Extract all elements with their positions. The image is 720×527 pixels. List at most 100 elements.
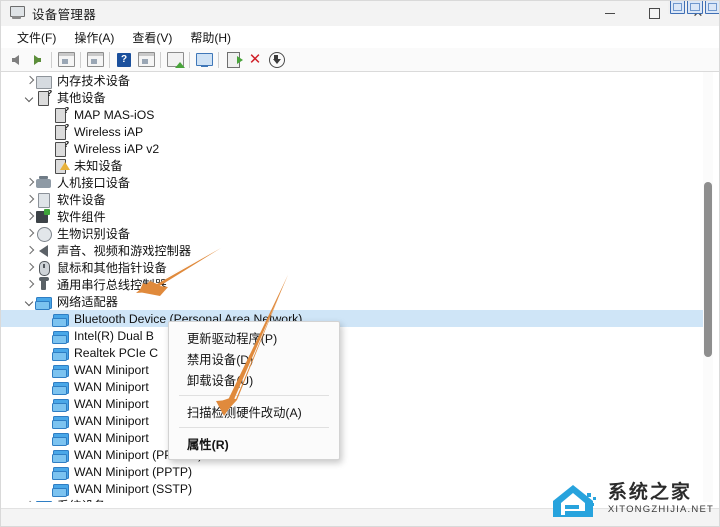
network-adapter-icon xyxy=(52,448,69,463)
tree-item-label: 声音、视频和游戏控制器 xyxy=(57,243,192,258)
tree-item-label: 网络适配器 xyxy=(57,294,118,309)
network-adapter-icon xyxy=(52,329,69,344)
context-menu-separator xyxy=(179,395,329,396)
tree-item-software-devices[interactable]: 软件设备 xyxy=(0,191,704,208)
tree-item-label: 通用串行总线控制器 xyxy=(57,277,167,292)
tree-item-label: Wireless iAP xyxy=(74,124,144,139)
network-adapter-icon xyxy=(52,312,69,327)
chevron-right-icon[interactable] xyxy=(25,262,36,273)
tree-item-memory-technology-devices[interactable]: 内存技术设备 xyxy=(0,72,704,89)
scrollbar-thumb[interactable] xyxy=(704,182,712,357)
tree-item-wireless-iap-v2[interactable]: Wireless iAP v2 xyxy=(0,140,704,157)
view-window-icon xyxy=(137,52,155,67)
network-adapter-icon xyxy=(35,295,52,310)
console-tree-icon xyxy=(57,52,75,67)
tree-item-mice-and-pointing-devices[interactable]: 鼠标和其他指针设备 xyxy=(0,259,704,276)
back-button[interactable] xyxy=(4,50,26,70)
tree-item-wan-miniport-1[interactable]: WAN Miniport xyxy=(0,361,704,378)
tree-item-network-adapters[interactable]: 网络适配器 xyxy=(0,293,704,310)
tree-item-bluetooth-device-pan[interactable]: Bluetooth Device (Personal Area Network) xyxy=(0,310,704,327)
install-legacy-hardware-button[interactable] xyxy=(266,50,288,70)
software-component-icon xyxy=(36,208,52,224)
usb-icon xyxy=(36,276,52,292)
network-adapter-icon xyxy=(52,482,69,497)
tree-item-label: 软件组件 xyxy=(57,209,106,224)
forward-button[interactable] xyxy=(26,50,48,70)
warning-device-icon xyxy=(53,158,70,174)
ctx-properties[interactable]: 属性(R) xyxy=(169,433,339,454)
tree-item-label: 其他设备 xyxy=(57,90,106,105)
properties-button[interactable] xyxy=(84,50,106,70)
unknown-device-icon xyxy=(36,89,52,106)
download-arrow-icon xyxy=(269,51,285,68)
tree-item-label: WAN Miniport (SSTP) xyxy=(74,481,193,496)
toolbar-separator xyxy=(160,51,161,68)
tree-item-other-devices[interactable]: 其他设备 xyxy=(0,89,704,106)
ctx-disable-device[interactable]: 禁用设备(D) xyxy=(169,348,339,369)
menu-view[interactable]: 查看(V) xyxy=(123,27,181,48)
chevron-right-icon[interactable] xyxy=(25,228,36,239)
tree-item-usb-controllers[interactable]: 通用串行总线控制器 xyxy=(0,276,704,293)
toolbar-separator xyxy=(218,51,219,68)
chevron-right-icon[interactable] xyxy=(25,211,36,222)
ctx-uninstall-device[interactable]: 卸载设备(U) xyxy=(169,369,339,390)
ctx-update-driver[interactable]: 更新驱动程序(P) xyxy=(169,327,339,348)
tree-item-unknown-device[interactable]: 未知设备 xyxy=(0,157,704,174)
device-manager-window: 设备管理器 ✕ 文件(F) 操作(A) 查看(V) 帮助(H) ? xyxy=(0,0,720,527)
biometric-icon xyxy=(36,226,52,242)
chevron-right-icon[interactable] xyxy=(25,500,36,502)
chevron-right-icon[interactable] xyxy=(25,177,36,188)
enable-device-button[interactable] xyxy=(222,50,244,70)
scan-hardware-changes-button[interactable] xyxy=(164,50,186,70)
help-button[interactable]: ? xyxy=(113,50,135,70)
tree-item-software-components[interactable]: 软件组件 xyxy=(0,208,704,225)
network-adapter-icon xyxy=(52,414,69,429)
view-button[interactable] xyxy=(135,50,157,70)
tree-item-map-mas-ios[interactable]: MAP MAS-iOS xyxy=(0,106,704,123)
uninstall-device-button[interactable]: ✕ xyxy=(244,50,266,70)
unknown-device-icon xyxy=(53,123,69,140)
chevron-right-icon[interactable] xyxy=(25,279,36,290)
copy-icon[interactable] xyxy=(687,0,703,14)
tree-item-wireless-iap[interactable]: Wireless iAP xyxy=(0,123,704,140)
context-menu-separator xyxy=(179,427,329,428)
tree-item-wan-miniport-5[interactable]: WAN Miniport xyxy=(0,429,704,446)
toolbar-separator xyxy=(51,51,52,68)
menu-help[interactable]: 帮助(H) xyxy=(181,27,240,48)
tree-item-wan-miniport-2[interactable]: WAN Miniport xyxy=(0,378,704,395)
xitongzhijia-logo-icon xyxy=(549,479,601,519)
chevron-right-icon[interactable] xyxy=(25,245,36,256)
ctx-scan-hardware-changes[interactable]: 扫描检测硬件改动(A) xyxy=(169,401,339,422)
red-x-icon: ✕ xyxy=(248,50,262,68)
tree-item-intel-dual-band[interactable]: Intel(R) Dual B xyxy=(0,327,704,344)
chevron-down-icon[interactable] xyxy=(25,92,36,103)
update-driver-button[interactable] xyxy=(193,50,215,70)
chevron-right-icon[interactable] xyxy=(25,194,36,205)
tree-item-wan-miniport-pptp[interactable]: WAN Miniport (PPTP) xyxy=(0,463,704,480)
show-hide-console-tree-button[interactable] xyxy=(55,50,77,70)
context-menu[interactable]: 更新驱动程序(P) 禁用设备(D) 卸载设备(U) 扫描检测硬件改动(A) 属性(R) xyxy=(168,321,340,460)
minimize-button[interactable] xyxy=(588,0,632,26)
tree-item-sound-video-game-controllers[interactable]: 声音、视频和游戏控制器 xyxy=(0,242,704,259)
menu-action[interactable]: 操作(A) xyxy=(65,27,123,48)
save-icon[interactable] xyxy=(704,0,720,14)
tree-item-wan-miniport-pppoe[interactable]: WAN Miniport (PPPOE) xyxy=(0,446,704,463)
tree-item-biometric-devices[interactable]: 生物识别设备 xyxy=(0,225,704,242)
toolbar-separator xyxy=(109,51,110,68)
device-tree[interactable]: 内存技术设备其他设备 MAP MAS-iOS Wireless iAP Wireles… xyxy=(0,72,704,502)
tree-item-hid[interactable]: 人机接口设备 xyxy=(0,174,704,191)
tree-item-wan-miniport-3[interactable]: WAN Miniport xyxy=(0,395,704,412)
memory-device-icon xyxy=(36,74,52,89)
tree-item-realtek-pcie[interactable]: Realtek PCIe C xyxy=(0,344,704,361)
menu-file[interactable]: 文件(F) xyxy=(8,27,65,48)
help-icon: ? xyxy=(117,52,131,67)
vertical-scrollbar[interactable] xyxy=(703,72,713,502)
tree-item-wan-miniport-4[interactable]: WAN Miniport xyxy=(0,412,704,429)
share-icon[interactable] xyxy=(670,0,686,14)
window-title: 设备管理器 xyxy=(32,7,97,22)
device-manager-icon xyxy=(9,5,25,21)
network-adapter-icon xyxy=(52,465,69,480)
toolbar-separator xyxy=(189,51,190,68)
tree-item-label: WAN Miniport xyxy=(74,379,149,394)
chevron-right-icon[interactable] xyxy=(25,75,36,86)
